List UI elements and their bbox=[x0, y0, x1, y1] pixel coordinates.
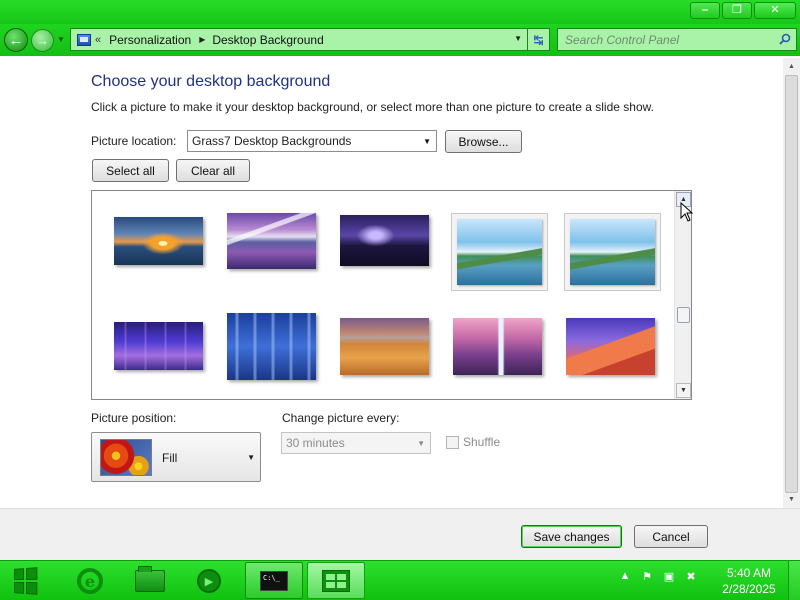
wallpaper-thumbnail[interactable] bbox=[451, 213, 548, 291]
picture-location-value: Grass7 Desktop Backgrounds bbox=[192, 134, 352, 148]
picture-position-label: Picture position: bbox=[91, 411, 177, 425]
search-icon[interactable] bbox=[779, 33, 791, 45]
taskbar-clock[interactable]: 5:40 AM 2/28/2025 bbox=[716, 565, 782, 597]
dialog-footer: Save changes Cancel bbox=[0, 508, 800, 560]
forward-button[interactable]: → bbox=[31, 29, 54, 52]
clear-all-button[interactable]: Clear all bbox=[176, 159, 250, 182]
clock-date: 2/28/2025 bbox=[722, 582, 776, 596]
chevron-down-icon: ▼ bbox=[247, 453, 255, 462]
chevron-down-icon: ▼ bbox=[417, 439, 425, 448]
shuffle-checkbox[interactable] bbox=[446, 435, 459, 449]
picture-location-select[interactable]: Grass7 Desktop Backgrounds ▼ bbox=[187, 130, 437, 152]
scroll-down-arrow-icon[interactable]: ▼ bbox=[783, 491, 800, 508]
internet-explorer-icon: e bbox=[77, 568, 103, 594]
play-icon: ▶ bbox=[197, 569, 221, 593]
volume-muted-icon[interactable]: ✖ bbox=[684, 569, 698, 583]
taskbar: e ▶ C:\_ ▲ ⚑ ▣ ✖ 5:40 AM 2/28/2025 bbox=[0, 560, 800, 600]
back-arrow-icon: ← bbox=[8, 31, 24, 49]
wallpaper-aurora-image bbox=[114, 322, 203, 370]
breadcrumb-arrow-icon[interactable]: ▶ bbox=[199, 35, 205, 44]
cancel-button[interactable]: Cancel bbox=[634, 525, 708, 548]
address-dropdown-icon[interactable]: ▼ bbox=[514, 34, 522, 43]
main-content: Choose your desktop background Click a p… bbox=[0, 56, 800, 508]
scrollbar-thumb[interactable] bbox=[677, 307, 690, 323]
wallpaper-thumbnail[interactable] bbox=[114, 322, 203, 370]
change-picture-label: Change picture every: bbox=[282, 411, 400, 425]
wallpaper-golden-field-image bbox=[340, 318, 429, 375]
forward-arrow-icon: → bbox=[36, 33, 49, 48]
windows-logo-icon bbox=[14, 567, 40, 595]
search-placeholder: Search Control Panel bbox=[565, 32, 680, 47]
gallery-scrollbar[interactable]: ▲ ▼ bbox=[674, 191, 691, 399]
command-prompt-icon: C:\_ bbox=[260, 570, 288, 591]
scrollbar-thumb[interactable] bbox=[785, 75, 798, 493]
navigation-bar: ← → ▼ « Personalization ▶ Desktop Backgr… bbox=[0, 24, 800, 56]
position-preview-flower-icon bbox=[100, 439, 152, 476]
shuffle-label: Shuffle bbox=[463, 435, 501, 449]
wallpaper-red-dunes-image bbox=[566, 318, 655, 375]
breadcrumb-desktop-background[interactable]: Desktop Background bbox=[212, 33, 323, 47]
network-icon[interactable]: ▣ bbox=[662, 569, 676, 583]
start-button[interactable] bbox=[6, 564, 46, 598]
media-player-button[interactable]: ▶ bbox=[182, 563, 236, 599]
wallpaper-sunset-rocks-image bbox=[114, 217, 203, 265]
change-interval-value: 30 minutes bbox=[286, 436, 345, 450]
maximize-button[interactable]: ❐ bbox=[722, 2, 752, 19]
breadcrumb-personalization[interactable]: Personalization bbox=[109, 33, 191, 47]
chevron-down-icon: ▼ bbox=[423, 137, 431, 146]
page-scrollbar[interactable]: ▲ ▼ bbox=[783, 58, 800, 508]
wallpaper-gallery: ▲ ▼ bbox=[91, 190, 692, 400]
mouse-cursor-icon bbox=[680, 202, 694, 222]
page-description: Click a picture to make it your desktop … bbox=[91, 100, 654, 114]
window-controls: ‒ ❐ ✕ bbox=[690, 2, 796, 19]
wallpaper-thumbnail[interactable] bbox=[453, 318, 542, 375]
browse-button[interactable]: Browse... bbox=[445, 130, 522, 153]
folder-icon bbox=[135, 566, 165, 592]
search-input[interactable]: Search Control Panel bbox=[557, 28, 797, 51]
action-center-flag-icon[interactable]: ⚑ bbox=[640, 569, 654, 583]
address-bar[interactable]: « Personalization ▶ Desktop Background ▼ bbox=[70, 28, 528, 51]
wallpaper-night-ice-image bbox=[340, 215, 429, 266]
wallpaper-thumbnail[interactable] bbox=[227, 313, 316, 380]
clock-time: 5:40 AM bbox=[726, 566, 772, 580]
wallpaper-waterfall-image bbox=[453, 318, 542, 375]
wallpaper-thumbnail[interactable] bbox=[566, 318, 655, 375]
wallpaper-green-hills-image bbox=[457, 219, 542, 285]
wallpaper-thumbnail[interactable] bbox=[564, 213, 661, 291]
breadcrumb-overflow[interactable]: « bbox=[95, 34, 101, 46]
internet-explorer-button[interactable]: e bbox=[63, 563, 117, 599]
shuffle-option[interactable]: Shuffle bbox=[446, 435, 500, 449]
wallpaper-mountain-lake-image bbox=[227, 213, 316, 269]
minimize-button[interactable]: ‒ bbox=[690, 2, 720, 19]
system-tray: ▲ ⚑ ▣ ✖ bbox=[618, 569, 698, 583]
back-button[interactable]: ← bbox=[4, 28, 28, 52]
select-all-button[interactable]: Select all bbox=[92, 159, 169, 182]
show-desktop-button[interactable] bbox=[788, 561, 800, 600]
picture-location-label: Picture location: bbox=[91, 134, 177, 148]
control-panel-icon bbox=[77, 33, 91, 46]
save-changes-button[interactable]: Save changes bbox=[521, 525, 622, 548]
refresh-button[interactable]: ↹ bbox=[527, 28, 550, 51]
change-interval-select[interactable]: 30 minutes ▼ bbox=[281, 432, 431, 454]
file-explorer-button[interactable] bbox=[123, 563, 177, 599]
recent-pages-chevron-icon[interactable]: ▼ bbox=[57, 35, 65, 44]
show-hidden-icons-icon[interactable]: ▲ bbox=[618, 569, 632, 583]
scroll-down-arrow-icon[interactable]: ▼ bbox=[676, 383, 691, 398]
wallpaper-thumbnail[interactable] bbox=[340, 215, 429, 266]
page-title: Choose your desktop background bbox=[91, 73, 331, 90]
wallpaper-blue-rays-image bbox=[227, 313, 316, 380]
taskbar-control-panel[interactable] bbox=[307, 562, 365, 599]
wallpaper-thumbnail[interactable] bbox=[114, 217, 203, 265]
refresh-icon: ↹ bbox=[533, 32, 544, 47]
taskbar-command-prompt[interactable]: C:\_ bbox=[245, 562, 303, 599]
picture-position-select[interactable]: Fill ▼ bbox=[91, 432, 261, 482]
control-panel-icon bbox=[322, 569, 350, 592]
scroll-up-arrow-icon[interactable]: ▲ bbox=[783, 58, 800, 75]
close-button[interactable]: ✕ bbox=[754, 2, 796, 19]
wallpaper-thumbnail[interactable] bbox=[340, 318, 429, 375]
picture-position-value: Fill bbox=[162, 451, 178, 465]
wallpaper-thumbnail[interactable] bbox=[227, 213, 316, 269]
wallpaper-green-hills-2-image bbox=[570, 219, 655, 285]
title-bar: ‒ ❐ ✕ bbox=[0, 0, 800, 24]
